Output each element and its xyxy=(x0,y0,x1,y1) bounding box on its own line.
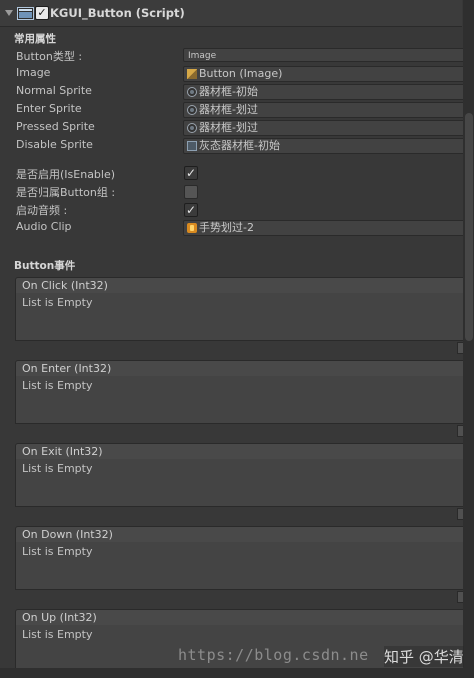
pressed-sprite-field[interactable]: 器材框-划过 xyxy=(183,120,467,136)
sprite-icon xyxy=(187,123,197,133)
component-header[interactable]: ✓ KGUI_Button (Script) xyxy=(0,0,462,27)
disable-sprite-value: 灰态器材框-初始 xyxy=(199,139,280,152)
toggle-label-audio: 启动音频 : xyxy=(16,204,68,217)
component-enabled-checkbox[interactable]: ✓ xyxy=(35,6,49,20)
event-list-on-down: List is Empty xyxy=(15,542,467,590)
section-title-events: Button事件 xyxy=(14,260,76,272)
property-label-image: Image xyxy=(16,66,51,79)
pressed-sprite-value: 器材框-划过 xyxy=(199,121,258,134)
button-group-checkbox[interactable]: ✓ xyxy=(184,185,198,199)
watermark-brand: 知乎 @华清 xyxy=(384,646,464,667)
toggle-label-button-group: 是否归属Button组 : xyxy=(16,186,116,199)
event-empty-text: List is Empty xyxy=(22,462,93,475)
event-empty-text: List is Empty xyxy=(22,545,93,558)
vertical-scrollbar-thumb[interactable] xyxy=(465,113,473,341)
enter-sprite-field[interactable]: 器材框-划过 xyxy=(183,102,467,118)
watermark-url: https://blog.csdn.ne xyxy=(178,646,369,664)
property-label-normal-sprite: Normal Sprite xyxy=(16,84,92,97)
script-component-icon xyxy=(17,7,34,20)
normal-sprite-value: 器材框-初始 xyxy=(199,85,258,98)
audio-clip-value: 手势划过-2 xyxy=(199,221,254,234)
section-title-common: 常用属性 xyxy=(14,33,56,45)
normal-sprite-field[interactable]: 器材框-初始 xyxy=(183,84,467,100)
property-label-enter-sprite: Enter Sprite xyxy=(16,102,82,115)
audio-clip-icon xyxy=(187,223,197,233)
event-header-on-click: On Click (Int32) xyxy=(15,277,467,294)
event-header-on-enter: On Enter (Int32) xyxy=(15,360,467,377)
event-list-on-enter: List is Empty xyxy=(15,376,467,424)
sprite-icon xyxy=(187,105,197,115)
image-object-value: Button (Image) xyxy=(199,67,283,80)
texture-icon xyxy=(187,141,197,151)
image-object-field[interactable]: Button (Image) xyxy=(183,66,467,82)
event-list-on-click: List is Empty xyxy=(15,293,467,341)
event-header-on-up: On Up (Int32) xyxy=(15,609,467,626)
property-label-button-type: Button类型 : xyxy=(16,50,83,63)
event-empty-text: List is Empty xyxy=(22,379,93,392)
is-enable-checkbox[interactable]: ✓ xyxy=(184,166,198,180)
audio-clip-field[interactable]: 手势划过-2 xyxy=(183,220,467,236)
property-label-disable-sprite: Disable Sprite xyxy=(16,138,93,151)
event-name: On Down (Int32) xyxy=(22,528,113,541)
event-header-on-down: On Down (Int32) xyxy=(15,526,467,543)
event-name: On Exit (Int32) xyxy=(22,445,103,458)
horizontal-scrollbar[interactable] xyxy=(0,668,463,678)
event-header-on-exit: On Exit (Int32) xyxy=(15,443,467,460)
image-component-icon xyxy=(187,69,197,79)
property-label-audio-clip: Audio Clip xyxy=(16,220,72,233)
button-type-dropdown[interactable]: Image xyxy=(183,48,465,62)
enter-sprite-value: 器材框-划过 xyxy=(199,103,258,116)
event-name: On Click (Int32) xyxy=(22,279,108,292)
sprite-icon xyxy=(187,87,197,97)
event-empty-text: List is Empty xyxy=(22,296,93,309)
event-name: On Enter (Int32) xyxy=(22,362,112,375)
toggle-label-is-enable: 是否启用(IsEnable) xyxy=(16,168,116,181)
event-empty-text: List is Empty xyxy=(22,628,93,641)
event-name: On Up (Int32) xyxy=(22,611,97,624)
component-title: KGUI_Button (Script) xyxy=(50,6,185,20)
property-label-pressed-sprite: Pressed Sprite xyxy=(16,120,95,133)
foldout-arrow-icon[interactable] xyxy=(5,10,13,16)
audio-enable-checkbox[interactable]: ✓ xyxy=(184,203,198,217)
disable-sprite-field[interactable]: 灰态器材框-初始 xyxy=(183,138,467,154)
event-list-on-exit: List is Empty xyxy=(15,459,467,507)
